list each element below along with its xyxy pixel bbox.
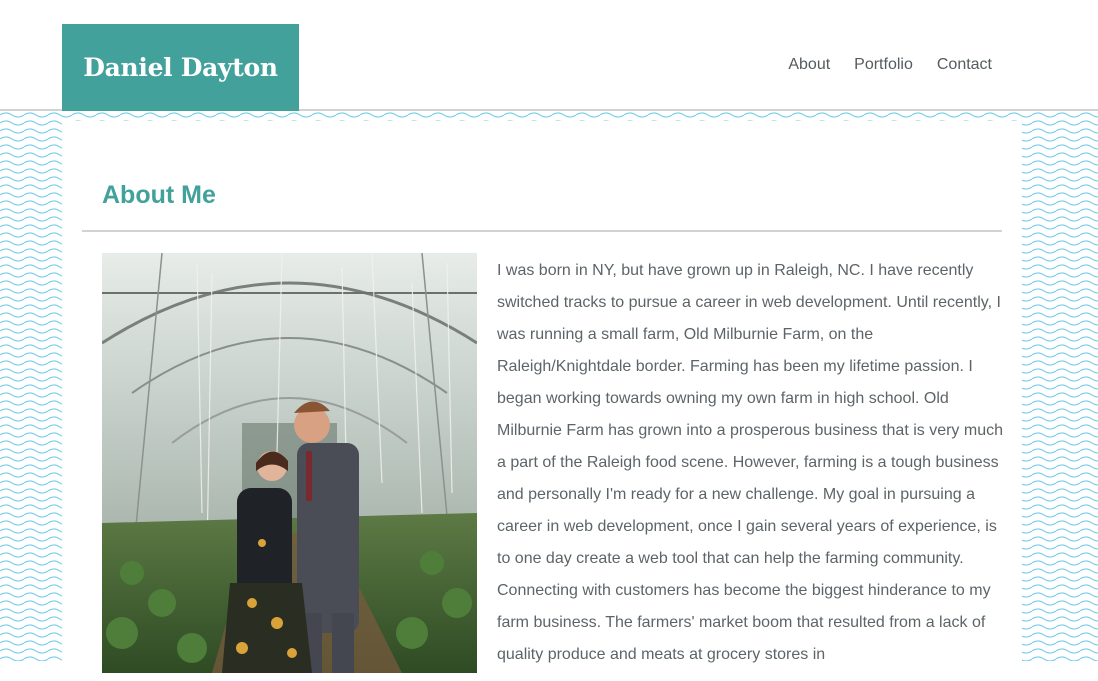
title-divider xyxy=(82,230,1002,232)
nav-about[interactable]: About xyxy=(788,56,830,74)
site-header: Daniel Dayton About Portfolio Contact xyxy=(0,0,1098,111)
logo-text: Daniel Dayton xyxy=(83,53,278,82)
nav-contact[interactable]: Contact xyxy=(937,56,992,74)
page-title: About Me xyxy=(102,181,216,209)
bio-paragraph: I was born in NY, but have grown up in R… xyxy=(497,262,1003,663)
site-logo[interactable]: Daniel Dayton xyxy=(62,24,299,111)
nav-portfolio[interactable]: Portfolio xyxy=(854,56,913,74)
about-card: About Me I was born in NY, but have grow… xyxy=(62,121,1022,681)
couple-greenhouse-photo xyxy=(102,253,477,673)
main-nav: About Portfolio Contact xyxy=(788,56,992,74)
